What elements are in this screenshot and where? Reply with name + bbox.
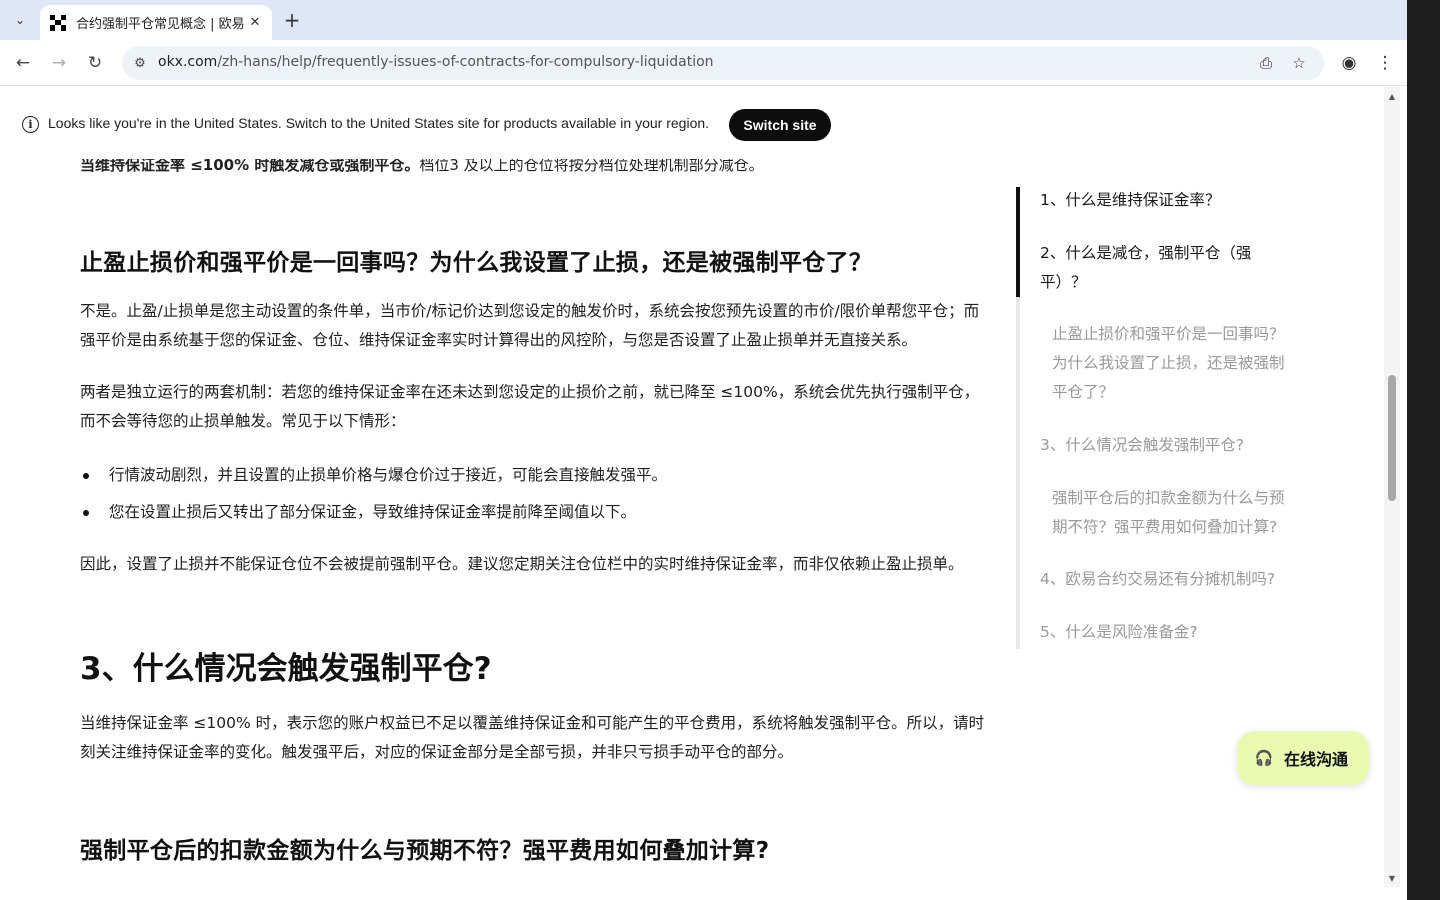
address-bar[interactable]: ⚙ okx.com/zh-hans/help/frequently-issues… — [122, 46, 1324, 80]
bookmark-star-icon[interactable]: ☆ — [1289, 53, 1309, 73]
forward-arrow-icon[interactable]: → — [47, 51, 71, 75]
list-item: 行情波动剧烈，并且设置的止损单价格与爆仓价过于接近，可能会直接触发强平。 — [80, 461, 992, 490]
chat-label: 在线沟通 — [1284, 750, 1349, 769]
site-info-icon[interactable]: ⚙ — [130, 53, 150, 73]
list-item: 您在设置止损后又转出了部分保证金，导致维持保证金率提前降至阈值以下。 — [80, 498, 992, 527]
toc-item-1[interactable]: 1、什么是维持保证金率？ — [1040, 186, 1280, 215]
url-text[interactable]: okx.com/zh-hans/help/frequently-issues-o… — [158, 54, 714, 70]
tab-close-icon[interactable]: ✕ — [246, 13, 264, 31]
toc-item-3[interactable]: 3、什么情况会触发强制平仓? — [1040, 431, 1280, 460]
bottom-edge — [0, 887, 1407, 900]
tab-search-chevron-icon[interactable]: ⌄ — [6, 8, 34, 32]
browser-tab[interactable]: 合约强制平仓常见概念 | 欧易 ✕ — [40, 5, 272, 40]
profile-icon[interactable]: ◉ — [1337, 51, 1361, 75]
browser-menu-icon[interactable]: ⋮ — [1373, 51, 1397, 75]
scroll-down-arrow-icon[interactable]: ▼ — [1387, 872, 1397, 884]
tab-title: 合约强制平仓常见概念 | 欧易 — [76, 17, 244, 32]
scroll-up-arrow-icon[interactable]: ▲ — [1387, 90, 1397, 102]
okx-favicon-icon — [50, 14, 66, 31]
browser-toolbar: ← → ↻ ⚙ okx.com/zh-hans/help/frequently-… — [0, 40, 1407, 86]
online-chat-button[interactable]: 🎧 在线沟通 — [1237, 731, 1369, 785]
browser-tab-bar: ⌄ 合约强制平仓常见概念 | 欧易 ✕ + — [0, 0, 1407, 40]
headset-icon: 🎧 — [1254, 749, 1274, 767]
heading-liquidation-fee: 强制平仓后的扣款金额为什么与预期不符？强平费用如何叠加计算? — [80, 838, 770, 864]
scrollbar-thumb[interactable] — [1388, 375, 1396, 501]
paragraph-stop-loss-1: 不是。止盈/止损单是您主动设置的条件单，当市价/标记价达到您设定的触发价时，系统… — [80, 302, 980, 349]
toc-subitem-liquidation-fee[interactable]: 强制平仓后的扣款金额为什么与预期不符？强平费用如何叠加计算? — [1052, 484, 1298, 542]
toc-item-5[interactable]: 5、什么是风险准备金? — [1040, 618, 1280, 647]
toc-subitem-stop-loss[interactable]: 止盈止损价和强平价是一回事吗？为什么我设置了止损，还是被强制平仓了？ — [1052, 320, 1298, 407]
banner-message: Looks like you're in the United States. … — [48, 115, 710, 131]
switch-site-button[interactable]: Switch site — [729, 109, 831, 141]
toc-active-indicator — [1016, 187, 1020, 297]
heading-section-3: 3、什么情况会触发强制平仓? — [80, 651, 492, 687]
install-app-icon[interactable]: ⎙ — [1256, 53, 1276, 73]
toc-item-4[interactable]: 4、欧易合约交易还有分摊机制吗? — [1040, 565, 1280, 594]
page-scrollbar[interactable]: ▲ ▼ — [1384, 87, 1400, 887]
paragraph-stop-loss-2: 两者是独立运行的两套机制：若您的维持保证金率在还未达到您设定的止损价之前，就已降… — [80, 383, 980, 430]
reload-icon[interactable]: ↻ — [83, 51, 107, 75]
page-viewport: 当维持保证金率 ≤100% 时触发减仓或强制平仓。档位3 及以上的仓位将按分档位… — [0, 87, 1384, 887]
back-arrow-icon[interactable]: ← — [11, 51, 35, 75]
new-tab-plus-icon[interactable]: + — [281, 8, 303, 32]
toc-item-2[interactable]: 2、什么是减仓，强制平仓（强平）？ — [1040, 239, 1280, 297]
paragraph-section-3: 当维持保证金率 ≤100% 时，表示您的账户权益已不足以覆盖维持保证金和可能产生… — [80, 714, 985, 761]
table-of-contents: 1、什么是维持保证金率？ 2、什么是减仓，强制平仓（强平）？ 止盈止损价和强平价… — [1016, 187, 1316, 649]
heading-stop-loss: 止盈止损价和强平价是一回事吗？为什么我设置了止损，还是被强制平仓了？ — [80, 250, 873, 276]
window-edge — [1407, 0, 1440, 900]
region-banner: i Looks like you're in the United States… — [0, 87, 1384, 159]
info-icon: i — [22, 116, 39, 133]
paragraph-stop-loss-3: 因此，设置了止损并不能保证仓位不会被提前强制平仓。建议您定期关注仓位栏中的实时维… — [80, 555, 964, 573]
